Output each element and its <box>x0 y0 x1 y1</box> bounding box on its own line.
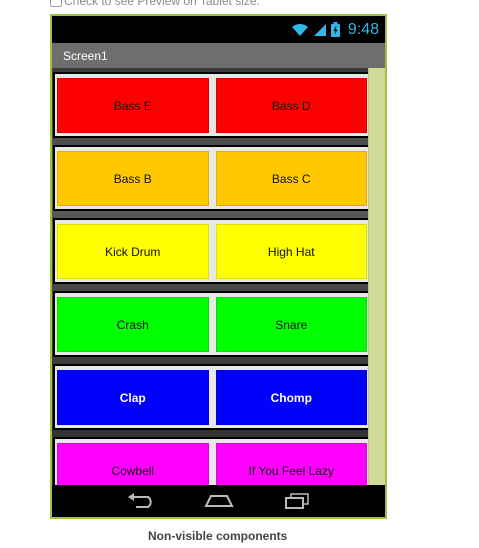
battery-icon <box>330 22 340 37</box>
bass-b-button[interactable]: Bass B <box>57 151 209 206</box>
bass-d-button[interactable]: Bass D <box>215 78 367 133</box>
home-icon[interactable] <box>203 493 235 509</box>
clap-button[interactable]: Clap <box>57 370 209 425</box>
screen-title-bar: Screen1 <box>52 43 385 68</box>
button-row: Clap Chomp <box>53 364 371 430</box>
cowbell-button[interactable]: Cowbell <box>57 443 209 489</box>
navigation-bar <box>52 485 385 517</box>
vertical-scrollbar[interactable] <box>368 68 385 489</box>
kick-drum-button[interactable]: Kick Drum <box>57 224 209 279</box>
button-row: Bass B Bass C <box>53 145 371 211</box>
back-icon[interactable] <box>126 493 156 509</box>
non-visible-components-label: Non-visible components <box>148 529 288 543</box>
checkbox-box[interactable] <box>50 0 62 7</box>
bass-e-button[interactable]: Bass E <box>57 78 209 133</box>
high-hat-button[interactable]: High Hat <box>215 224 367 279</box>
snare-button[interactable]: Snare <box>215 297 367 352</box>
status-bar: 9:48 <box>52 16 385 43</box>
wifi-icon <box>291 23 308 36</box>
screen-title: Screen1 <box>63 48 108 63</box>
if-you-feel-lazy-button[interactable]: If You Feel Lazy <box>215 443 367 489</box>
button-rows: Bass E Bass D Bass B Bass C Kick Drum High Ha… <box>53 72 371 489</box>
crash-button[interactable]: Crash <box>57 297 209 352</box>
button-row: Cowbell If You Feel Lazy <box>53 437 371 489</box>
signal-icon <box>313 23 326 36</box>
tablet-preview-label: Check to see Preview on Tablet size. <box>64 0 260 8</box>
recents-icon[interactable] <box>283 493 311 509</box>
chomp-button[interactable]: Chomp <box>215 370 367 425</box>
tablet-preview-checkbox[interactable]: Check to see Preview on Tablet size. <box>50 0 260 8</box>
status-time: 9:48 <box>347 20 379 38</box>
button-row: Bass E Bass D <box>53 72 371 138</box>
button-row: Kick Drum High Hat <box>53 218 371 284</box>
phone-preview: 9:48 Screen1 Bass E Bass D Bass B Bass C Kic… <box>50 14 387 519</box>
screen-content: Bass E Bass D Bass B Bass C Kick Drum High Ha… <box>52 68 385 489</box>
button-row: Crash Snare <box>53 291 371 357</box>
bass-c-button[interactable]: Bass C <box>215 151 367 206</box>
